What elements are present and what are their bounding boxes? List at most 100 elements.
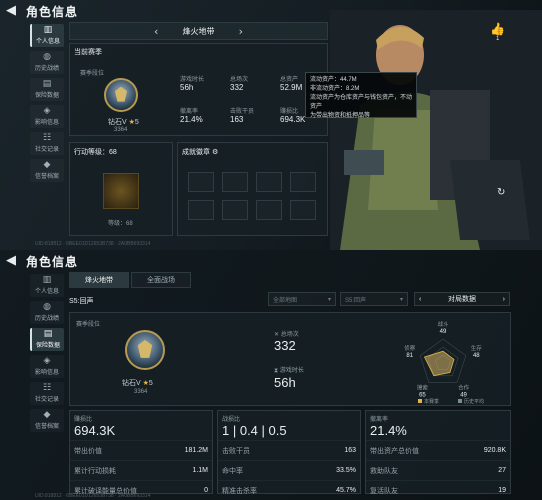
rank-points-bottom: 3364 bbox=[134, 389, 148, 395]
sidebar-item-social[interactable]: ☷ 社交记录 bbox=[30, 382, 64, 405]
achievement-slot[interactable] bbox=[256, 200, 282, 220]
map-switcher: ‹ 烽火地带 › bbox=[69, 22, 328, 40]
radar-axis-label: 合作 bbox=[458, 383, 470, 391]
tag-icon: ◈ bbox=[43, 106, 51, 116]
rank-emblem-bottom bbox=[125, 330, 165, 370]
level-card: 行动等级：68 等级：68 bbox=[69, 142, 173, 236]
sidebar-item-personal-info[interactable]: ▥ 个人信息 bbox=[30, 274, 64, 297]
rank-emblem bbox=[104, 78, 138, 112]
chevron-left-icon[interactable]: ‹ bbox=[154, 25, 158, 38]
rank-points: 3364 bbox=[114, 127, 128, 133]
chevron-left-icon: ‹ bbox=[419, 295, 422, 303]
legend-label: 本赛季 bbox=[424, 398, 439, 405]
chevron-right-icon[interactable]: › bbox=[239, 25, 243, 38]
achievement-slot[interactable] bbox=[222, 200, 248, 220]
season-label: 当前赛季 bbox=[74, 49, 102, 56]
extract-rate-value: 21.4% bbox=[370, 423, 407, 438]
radar-value-label: 81 bbox=[406, 353, 413, 359]
rotate-icon[interactable]: ↻ bbox=[497, 187, 505, 198]
achievement-slot[interactable] bbox=[188, 200, 214, 220]
legend-swatch bbox=[458, 399, 462, 403]
rank-caption-bottom: 赛季段位 bbox=[76, 322, 101, 328]
status-bar: UID:818812 · 6BEE01D12653B738 · 2A0BB693… bbox=[35, 241, 151, 247]
tag-icon: ◈ bbox=[43, 356, 51, 366]
people-icon: ☷ bbox=[42, 383, 52, 393]
stat-extract-rate: 撤离率 21.4% bbox=[180, 109, 203, 124]
globe-icon: ◍ bbox=[43, 52, 51, 62]
overview-card: 赛季段位 钻石V ★5 3364 ✕ 总场次 332 ⧗ 游戏时长 56h 战斗… bbox=[69, 312, 511, 406]
level-badge bbox=[103, 173, 139, 209]
stat-kills: 击败干员 163 bbox=[230, 109, 255, 124]
sidebar-item-social[interactable]: ☷ 社交记录 bbox=[30, 132, 64, 155]
table-row: 救助队友 27 bbox=[366, 460, 510, 480]
map-filter-dropdown[interactable]: 全部地图 ▾ bbox=[268, 292, 336, 306]
hourglass-icon: ⧗ bbox=[274, 368, 279, 374]
rank-name: 钻石V ★5 bbox=[108, 119, 139, 126]
table-row: 击败干员 163 bbox=[218, 440, 360, 460]
sidebar-item-influence[interactable]: ◈ 影响信息 bbox=[30, 355, 64, 378]
tab-hazard-zone[interactable]: 烽火地带 bbox=[69, 272, 129, 288]
status-bar-bottom: UID:818812 · 6BEE01D12653B738 · 2A0BB693… bbox=[35, 493, 151, 499]
sidebar-item-credit[interactable]: ◆ 信誉档案 bbox=[30, 409, 64, 432]
achievement-slot[interactable] bbox=[222, 172, 248, 192]
stat-playtime: 游戏时长 56h bbox=[180, 77, 205, 92]
radar-axis-label: 战斗 bbox=[437, 320, 449, 328]
kd-ratio-value: 1 | 0.4 | 0.5 bbox=[222, 423, 287, 438]
sidebar-item-history[interactable]: ◍ 历史战绩 bbox=[30, 301, 64, 324]
season-card: 当前赛季 赛季段位 钻石V ★5 3364 游戏时长 56h 总场次 332 总资产… bbox=[69, 43, 328, 136]
sidebar-item-history[interactable]: ◍ 历史战绩 bbox=[30, 51, 64, 74]
assets-tooltip: 流动资产：44.7M 非流动资产：8.2M 流动资产为仓库资产与钱包资产，不动资… bbox=[305, 72, 417, 119]
profit-ratio-value: 694.3K bbox=[74, 423, 116, 438]
total-matches: ✕ 总场次 332 bbox=[274, 332, 299, 353]
radar-series-current bbox=[423, 350, 455, 377]
tab-full-battlefield[interactable]: 全面战场 bbox=[131, 272, 191, 288]
chart-icon: ▥ bbox=[42, 275, 52, 285]
play-time: ⧗ 游戏时长 56h bbox=[274, 368, 304, 390]
back-arrow-icon[interactable]: ◀ bbox=[6, 3, 16, 18]
sidebar-item-influence[interactable]: ◈ 影响信息 bbox=[30, 105, 64, 128]
rank-name-bottom: 钻石V ★5 bbox=[122, 380, 153, 387]
radar-axis-label: 搜索 bbox=[417, 383, 429, 391]
table-row: 命中率 33.5% bbox=[218, 460, 360, 480]
legend-swatch bbox=[418, 399, 422, 403]
back-arrow-icon[interactable]: ◀ bbox=[6, 253, 16, 268]
sidebar-top: ▥ 个人信息 ◍ 历史战绩 ▤ 保险数据 ◈ 影响信息 ☷ 社交记录 ◆ 信誉档案 bbox=[30, 24, 64, 182]
top-screen: ◀ 角色信息 ▥ 个人信息 ◍ 历史战绩 ▤ 保险数据 ◈ 影响信息 ☷ 社交记录 ◆ 信誉… bbox=[0, 0, 542, 250]
extract-column: 撤离率 21.4% 带出资产总价值 920.8K 救助队友 27 复活队友 19 bbox=[365, 410, 511, 495]
achievement-slot[interactable] bbox=[188, 172, 214, 192]
achievements-label: 成就徽章 ⚙ bbox=[182, 149, 219, 156]
table-row: 带出价值 181.2M bbox=[70, 440, 212, 460]
table-row: 累计行动损耗 1.1M bbox=[70, 460, 212, 480]
map-tab-label: 烽火地带 bbox=[182, 26, 215, 36]
ability-radar-chart: 战斗49生存48合作49搜索65侦察81本赛季 历史平均 bbox=[404, 320, 484, 405]
season-name: S5:回声 bbox=[69, 298, 94, 305]
radar-axis-label: 侦察 bbox=[404, 344, 416, 352]
table-row: 复活队友 19 bbox=[366, 480, 510, 500]
profit-column: 赚损比 694.3K 带出价值 181.2M 累计行动损耗 1.1M 累计破译能量总… bbox=[69, 410, 213, 495]
achievement-slot[interactable] bbox=[290, 200, 316, 220]
radar-value-label: 49 bbox=[460, 392, 467, 398]
sidebar-item-credit[interactable]: ◆ 信誉档案 bbox=[30, 159, 64, 182]
chevron-right-icon: › bbox=[502, 295, 505, 303]
header-bottom: ◀ 角色信息 bbox=[0, 250, 542, 272]
radar-axis-label: 生存 bbox=[471, 344, 483, 352]
match-data-switcher[interactable]: ‹ 对局数据 › bbox=[414, 292, 510, 306]
globe-icon: ◍ bbox=[43, 302, 51, 312]
sidebar-item-insurance[interactable]: ▤ 保险数据 bbox=[30, 78, 64, 101]
sidebar-item-insurance[interactable]: ▤ 保险数据 bbox=[30, 328, 64, 351]
sidebar-item-personal-info[interactable]: ▥ 个人信息 bbox=[30, 24, 64, 47]
shield-icon: ◆ bbox=[43, 410, 51, 420]
chevron-down-icon: ▾ bbox=[399, 296, 403, 303]
like-thumb-icon[interactable]: 👍 bbox=[490, 22, 505, 36]
level-label: 行动等级：68 bbox=[74, 149, 117, 156]
like-count: 1 bbox=[496, 36, 500, 42]
season-filter-dropdown[interactable]: S5:回声 ▾ bbox=[340, 292, 408, 306]
achievement-slot[interactable] bbox=[290, 172, 316, 192]
chart-icon: ▥ bbox=[43, 25, 53, 35]
table-row: 精准击杀率 45.7% bbox=[218, 480, 360, 500]
achievement-slot[interactable] bbox=[256, 172, 282, 192]
page-title-bottom: 角色信息 bbox=[26, 254, 79, 269]
table-row: 带出资产总价值 920.8K bbox=[366, 440, 510, 460]
gear-icon[interactable]: ⚙ bbox=[212, 149, 218, 156]
chevron-down-icon: ▾ bbox=[327, 296, 331, 303]
